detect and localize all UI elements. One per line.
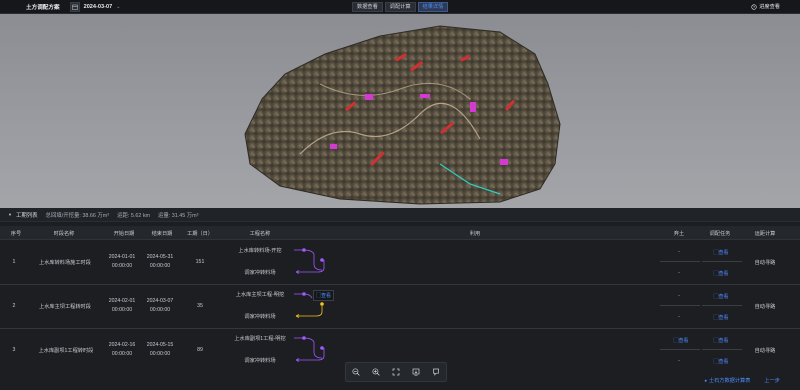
map-toolbar [345,362,447,382]
auto-route-button[interactable]: 自动寻路 [745,303,785,310]
row-project-bottom: 调家冲转料场 [244,314,276,320]
col-days: 工期（日） [187,231,213,237]
footer-links: ▸ 土石方数据计算表 上一步 [705,377,780,384]
row-waste-bottom: - [678,358,680,364]
collapse-triangle-icon[interactable]: ▼ [8,212,12,217]
calendar-button[interactable] [69,1,80,12]
row-project-top: 上水库转料场-开挖 [238,248,282,254]
row-days: 35 [197,303,203,309]
row-start-date: 2024-02-16 [108,342,136,348]
row-index: 3 [12,347,16,353]
col-period-name: 时段名称 [53,231,75,237]
data-table-link[interactable]: ▸ 土石方数据计算表 [705,377,751,384]
row-index: 1 [12,259,16,265]
divider [660,305,700,306]
fullscreen-button[interactable] [391,367,401,377]
row-days: 151 [195,259,205,265]
zoom-in-icon [372,368,380,376]
date-select[interactable]: 2024-03-07 [84,4,113,10]
divider [660,349,700,350]
table-row[interactable]: 1 上水库转料场施工时段 2024-01-01 00:00:00 2024-05… [0,240,800,285]
tab-data-view[interactable]: 数据查看 [352,2,383,12]
zoom-out-icon [352,368,360,376]
auto-route-button[interactable]: 自动寻路 [745,347,785,354]
row-period-name: 上水库副坝1工程转时段 [38,348,94,354]
terrain-model [244,25,561,205]
period-table: 序号 时段名称 开始日期 结束日期 工期（日） 工程名称 利用 弃土 调配任务 … [0,226,800,365]
auto-route-button[interactable]: 自动寻路 [745,259,785,266]
col-start-date: 开始日期 [113,231,135,237]
row-end-time: 00:00:00 [149,307,171,313]
waste-view-link[interactable]: ▢查看 [668,337,694,344]
divider [702,261,742,262]
col-calc: 运距计算 [754,231,776,237]
row-period-name: 上水库主坝工程转时段 [39,304,91,310]
tab-results[interactable]: 结果详情 [417,2,449,12]
row-end-date: 2024-05-31 [146,254,174,260]
view-tabs: 数据查看 调配计算 结果详情 [352,2,449,12]
row-start-date: 2024-02-01 [108,298,136,304]
row-end-date: 2024-03-07 [146,298,174,304]
zoom-out-button[interactable] [351,367,361,377]
row-start-time: 00:00:00 [111,263,133,269]
period-list-header: ▼ 工期列表 总回填/开挖量: 38.66 万m³ 运距: 5.62 km 运量… [0,208,800,222]
row-waste-top: - [678,249,680,255]
table-row[interactable]: 2 上水库主坝工程转时段 2024-02-01 00:00:00 2024-03… [0,284,800,329]
row-end-time: 00:00:00 [149,351,171,357]
row-start-time: 00:00:00 [111,351,133,357]
fullscreen-icon [392,368,400,376]
progress-icon [751,3,757,10]
download-button[interactable] [411,367,421,377]
progress-view-link[interactable]: 进度查看 [751,3,780,10]
row-end-date: 2024-05-15 [146,342,174,348]
task-view-link[interactable]: ▢查看 [706,314,736,321]
zoom-in-button[interactable] [371,367,381,377]
row-project-bottom: 调家冲转料场 [244,358,276,364]
row-end-time: 00:00:00 [149,263,171,269]
chevron-down-icon[interactable]: ⌄ [116,4,120,10]
prev-step-link[interactable]: 上一步 [764,377,780,384]
divider [702,305,742,306]
col-task: 调配任务 [709,231,731,237]
col-end-date: 结束日期 [151,231,173,237]
progress-view-label: 进度查看 [759,4,780,10]
download-icon [412,368,420,376]
divider [702,349,742,350]
row-days: 89 [197,347,203,353]
task-view-link[interactable]: ▢查看 [706,249,736,256]
panel-title: 工期列表 [15,212,38,219]
col-project: 工程名称 [249,231,271,237]
tooltip-view[interactable]: ▢查看 [313,290,335,301]
tab-calc[interactable]: 调配计算 [384,2,416,12]
row-waste-bottom: - [678,314,680,320]
row-waste-bottom: - [678,270,680,276]
app-title: 土方调配方案 [26,4,60,11]
flow-arrow-icon [294,336,325,362]
stat-transport: 运量: 31.45 万m³ [158,212,199,219]
task-view-link[interactable]: ▢查看 [706,358,736,365]
task-view-link[interactable]: ▢查看 [706,293,736,300]
comment-button[interactable] [431,367,441,377]
row-index: 2 [12,303,16,309]
top-bar: 土方调配方案 2024-03-07 ⌄ 数据查看 调配计算 结果详情 进度查看 [0,0,800,14]
stat-distance: 运距: 5.62 km [117,212,151,219]
col-waste: 弃土 [673,231,685,237]
comment-icon [433,368,439,376]
table-header: 序号 时段名称 开始日期 结束日期 工期（日） 工程名称 利用 弃土 调配任务 … [0,226,800,240]
divider [660,261,700,262]
stat-fill-total: 总回填/开挖量: 38.66 万m³ [45,212,110,219]
col-index: 序号 [10,231,22,237]
task-view-link[interactable]: ▢查看 [706,337,736,344]
col-utilization: 利用 [469,231,481,237]
terrain-viewport[interactable] [0,14,800,208]
row-project-bottom: 调家冲转料场 [244,270,276,276]
calendar-icon [71,4,78,10]
task-view-link[interactable]: ▢查看 [706,270,736,277]
row-start-time: 00:00:00 [111,307,133,313]
row-period-name: 上水库转料场施工时段 [39,260,91,266]
flow-arrow-icon [294,248,325,274]
row-waste-top: - [678,293,680,299]
row-start-date: 2024-01-01 [108,254,136,260]
